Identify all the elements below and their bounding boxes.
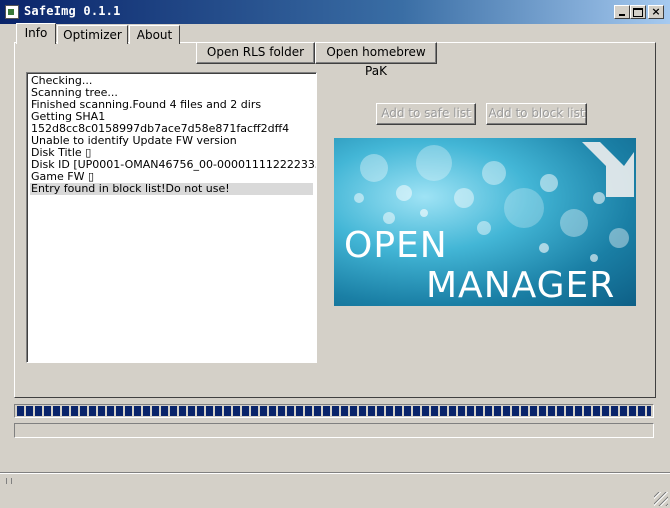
progress-fill (17, 406, 651, 416)
title-bar[interactable]: SafeImg 0.1.1 × (0, 0, 670, 24)
maximize-button[interactable] (630, 5, 646, 19)
tab-about[interactable]: About (129, 25, 180, 44)
open-rls-folder-button[interactable]: Open RLS folder (196, 42, 315, 64)
close-button[interactable]: × (648, 5, 664, 19)
add-to-safe-list-button[interactable]: Add to safe list (376, 103, 476, 125)
log-line-selected: Entry found in block list!Do not use! (30, 183, 313, 195)
resize-grip-icon[interactable] (654, 492, 668, 506)
open-homebrew-pak-button[interactable]: Open homebrew PaK (315, 42, 437, 78)
app-icon[interactable] (5, 5, 19, 19)
progress-bar (14, 404, 654, 418)
status-grip (6, 478, 12, 484)
status-divider (0, 472, 670, 474)
secondary-progress-bar (14, 423, 654, 438)
tab-info[interactable]: Info (16, 23, 56, 44)
tab-optimizer[interactable]: Optimizer (57, 25, 128, 44)
arrow-down-left-icon (582, 142, 634, 197)
minimize-button[interactable] (614, 5, 630, 19)
open-manager-banner: OPEN MANAGER (334, 138, 636, 306)
window-title: SafeImg 0.1.1 (24, 4, 121, 18)
log-output[interactable]: Checking... Scanning tree... Finished sc… (26, 72, 317, 363)
add-to-block-list-button[interactable]: Add to block list (486, 103, 587, 125)
banner-title-line1: OPEN (344, 225, 448, 266)
banner-title-line2: MANAGER (426, 265, 616, 306)
